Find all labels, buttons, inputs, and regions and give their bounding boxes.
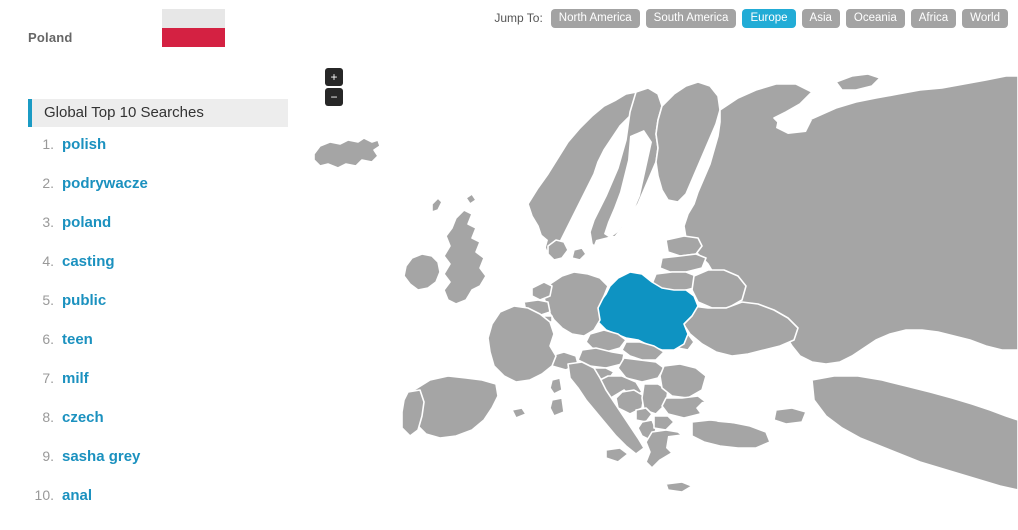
country-denmark[interactable] — [547, 239, 569, 261]
list-item[interactable]: 1. polish — [28, 134, 290, 173]
list-item-term[interactable]: anal — [62, 486, 92, 506]
island-hebrides[interactable] — [431, 197, 443, 213]
zoom-in-button[interactable]: + — [325, 68, 343, 86]
list-item[interactable]: 2. podrywacze — [28, 173, 290, 212]
flag-band-red — [162, 28, 225, 47]
list-item-rank: 8. — [42, 409, 54, 425]
list-item-rank: 4. — [42, 253, 54, 269]
jump-to-europe[interactable]: Europe — [742, 8, 796, 28]
searches-title: Global Top 10 Searches — [44, 104, 204, 121]
list-item-term[interactable]: sasha grey — [62, 447, 140, 467]
jump-to-asia[interactable]: Asia — [801, 8, 840, 28]
list-item-rank: 10. — [34, 487, 54, 503]
jump-to-label: Jump To: — [494, 11, 543, 25]
list-item-rank: 2. — [42, 175, 54, 191]
list-item-rank: 3. — [42, 214, 54, 230]
country-belarus[interactable] — [691, 269, 747, 309]
island-novaya-shape[interactable] — [835, 73, 881, 91]
list-item-term[interactable]: public — [62, 291, 106, 311]
country-iceland[interactable] — [313, 137, 381, 169]
country-header: Poland — [0, 0, 300, 60]
list-item[interactable]: 10. anal — [28, 485, 290, 524]
jump-to-north-america[interactable]: North America — [550, 8, 640, 28]
island-orkney[interactable] — [465, 193, 477, 205]
jump-to-world[interactable]: World — [962, 8, 1008, 28]
island-zealand[interactable] — [571, 247, 587, 261]
left-panel: Poland Global Top 10 Searches 1. polish 2… — [0, 0, 300, 530]
island-balearics[interactable] — [511, 407, 527, 419]
list-item[interactable]: 7. milf — [28, 368, 290, 407]
list-item[interactable]: 6. teen — [28, 329, 290, 368]
jump-to-south-america[interactable]: South America — [645, 8, 737, 28]
list-item[interactable]: 8. czech — [28, 407, 290, 446]
country-bulgaria[interactable] — [661, 395, 707, 419]
country-kazakhstan[interactable] — [811, 375, 1018, 491]
country-estonia[interactable] — [665, 235, 703, 257]
list-item-term[interactable]: casting — [62, 252, 115, 272]
country-latvia[interactable] — [659, 253, 707, 273]
searches-title-bar: Global Top 10 Searches — [28, 99, 288, 127]
list-item-term[interactable]: milf — [62, 369, 89, 389]
country-georgia[interactable] — [773, 407, 807, 425]
country-flag-poland — [162, 9, 225, 47]
list-item[interactable]: 4. casting — [28, 251, 290, 290]
list-item-rank: 6. — [42, 331, 54, 347]
list-item-term[interactable]: polish — [62, 135, 106, 155]
flag-band-white — [162, 9, 225, 28]
country-great-britain[interactable] — [443, 209, 487, 305]
list-item-rank: 5. — [42, 292, 54, 308]
europe-map[interactable] — [300, 50, 1018, 530]
list-item[interactable]: 3. poland — [28, 212, 290, 251]
list-item-rank: 7. — [42, 370, 54, 386]
island-sicily[interactable] — [605, 447, 629, 463]
country-name-label: Poland — [28, 30, 73, 45]
zoom-out-button[interactable]: − — [325, 88, 343, 106]
searches-list: 1. polish 2. podrywacze 3. poland 4. casting… — [28, 134, 290, 524]
list-item-rank: 1. — [42, 136, 54, 152]
list-item-term[interactable]: podrywacze — [62, 174, 148, 194]
island-corsica[interactable] — [549, 377, 563, 395]
country-germany[interactable] — [543, 271, 609, 337]
list-item[interactable]: 9. sasha grey — [28, 446, 290, 485]
country-north-macedonia[interactable] — [653, 415, 675, 431]
country-ireland[interactable] — [403, 253, 441, 291]
map-land-layer — [313, 73, 1018, 493]
island-crete[interactable] — [665, 481, 693, 493]
list-item-rank: 9. — [42, 448, 54, 464]
jump-to-oceania[interactable]: Oceania — [845, 8, 905, 28]
list-item-term[interactable]: czech — [62, 408, 104, 428]
country-greece[interactable] — [645, 429, 687, 469]
europe-map-svg[interactable] — [300, 50, 1018, 530]
jump-to-africa[interactable]: Africa — [910, 8, 957, 28]
list-item-term[interactable]: poland — [62, 213, 111, 233]
country-turkey[interactable] — [691, 419, 771, 449]
map-zoom-controls[interactable]: + − — [325, 68, 343, 108]
list-item[interactable]: 5. public — [28, 290, 290, 329]
list-item-term[interactable]: teen — [62, 330, 93, 350]
jump-to-nav: Jump To: North America South America Eur… — [494, 8, 1008, 28]
country-romania[interactable] — [659, 363, 707, 399]
island-sardinia[interactable] — [549, 397, 565, 417]
